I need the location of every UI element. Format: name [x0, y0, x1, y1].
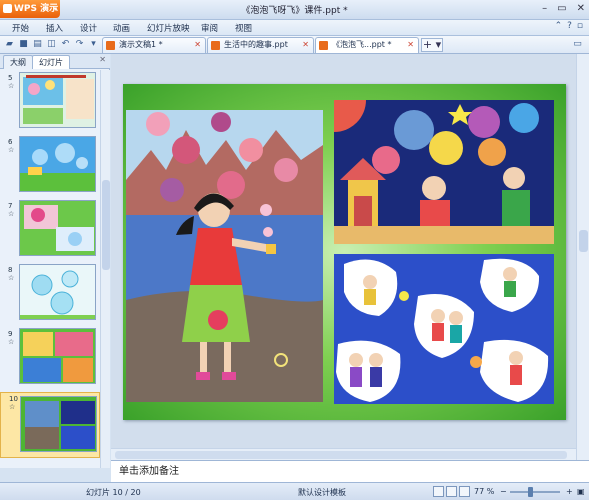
new-tab-button[interactable]: + ▾ — [421, 38, 443, 52]
zoom-in-icon[interactable]: + — [566, 487, 573, 496]
slide-number: 6 ☆ — [8, 138, 15, 154]
slide-thumbnail-item[interactable]: 5 ☆ — [0, 72, 100, 134]
edit-area-horizontal-scrollbar[interactable] — [111, 448, 576, 460]
slide-thumbnail — [19, 200, 96, 256]
menu-item-insert[interactable]: 插入 — [46, 22, 63, 34]
menu-item-slideshow[interactable]: 幻灯片放映 — [147, 22, 190, 34]
ppt-file-icon — [319, 41, 328, 50]
slide-thumbnail-list: 5 ☆ 6 ☆ 7 ☆ 8 ☆ 9 ☆ 10 ☆ — [0, 70, 100, 468]
slide-counter: 幻灯片 10 / 20 — [86, 488, 141, 497]
scrollbar-thumb[interactable] — [579, 230, 588, 252]
tab-slides[interactable]: 幻灯片 — [32, 55, 70, 69]
help-icon[interactable]: ? — [567, 21, 572, 31]
menu-item-review[interactable]: 审阅 — [201, 22, 218, 34]
ppt-file-icon — [211, 41, 220, 50]
slide-thumbnail-item[interactable]: 8 ☆ — [0, 264, 100, 326]
slide-thumbnail — [20, 396, 97, 452]
slide-thumbnail — [19, 136, 96, 192]
tab-label: 演示文稿1 * — [119, 40, 163, 49]
panel-tabs: 大纲 幻灯片 ✕ — [0, 54, 110, 69]
current-slide[interactable] — [123, 84, 566, 420]
window-controls: – ▭ ✕ — [542, 3, 585, 14]
menu-item-design[interactable]: 设计 — [80, 22, 97, 34]
ribbon-controls: ⌃ ? ▫ — [555, 21, 583, 31]
close-tab-icon[interactable]: ✕ — [407, 38, 414, 52]
tab-outline[interactable]: 大纲 — [3, 55, 33, 69]
painting-night-bubbles[interactable] — [334, 100, 554, 244]
open-folder-icon[interactable]: ▰ — [4, 39, 15, 50]
slide-thumbnail-item[interactable]: 9 ☆ — [0, 328, 100, 390]
ppt-file-icon — [106, 41, 115, 50]
scrollbar-thumb[interactable] — [115, 451, 567, 459]
scrollbar-thumb[interactable] — [102, 180, 110, 270]
close-icon[interactable]: ✕ — [577, 3, 585, 14]
zoom-level: 77 % — [474, 487, 495, 496]
tab-document-2[interactable]: 生活中的趣事.ppt ✕ — [207, 37, 314, 53]
options-icon[interactable]: ▫ — [577, 21, 583, 31]
painting-children-bubbles[interactable] — [334, 254, 554, 404]
normal-view-icon[interactable] — [433, 486, 444, 497]
slide-number: 9 ☆ — [8, 330, 15, 346]
print-icon[interactable]: ▤ — [32, 39, 43, 50]
tab-label: 生活中的趣事.ppt — [224, 40, 288, 49]
title-bar: WPS 演示 ▾ 《泡泡飞呀飞》课件.ppt * – ▭ ✕ — [0, 0, 589, 20]
tab-list-icon[interactable]: ▭ — [572, 39, 583, 50]
slide-thumbnail — [19, 72, 96, 128]
slide-number: 10 ☆ — [9, 395, 18, 411]
redo-icon[interactable]: ↷ — [74, 39, 85, 50]
notes-pane[interactable]: 单击添加备注 — [111, 460, 589, 482]
slide-thumbnail-item[interactable]: 7 ☆ — [0, 200, 100, 262]
zoom-slider[interactable] — [510, 491, 560, 493]
slide-thumbnail — [19, 328, 96, 384]
slideshow-view-icon[interactable] — [459, 486, 470, 497]
slide-thumbnail-item-selected[interactable]: 10 ☆ — [0, 392, 100, 458]
slide-panel: 大纲 幻灯片 ✕ 5 ☆ 6 ☆ 7 ☆ 8 ☆ 9 ☆ 10 ☆ — [0, 54, 110, 468]
notes-placeholder: 单击添加备注 — [119, 466, 179, 477]
slide-sorter-view-icon[interactable] — [446, 486, 457, 497]
slide-panel-scrollbar[interactable] — [100, 70, 110, 468]
zoom-out-icon[interactable]: − — [500, 487, 507, 496]
slide-number: 7 ☆ — [8, 202, 15, 218]
minimize-icon[interactable]: – — [542, 3, 547, 14]
status-bar: 幻灯片 10 / 20 默认设计模板 77 % − + ▣ — [0, 482, 589, 500]
close-panel-icon[interactable]: ✕ — [99, 55, 106, 64]
quick-access-toolbar: ▰ ■ ▤ ◫ ↶ ↷ ▾ 演示文稿1 * ✕ 生活中的趣事.ppt ✕ 《泡泡… — [0, 36, 589, 54]
slide-thumbnail — [19, 264, 96, 320]
tab-label: 《泡泡飞...ppt * — [332, 40, 392, 49]
edit-area-vertical-scrollbar[interactable] — [576, 54, 589, 460]
window-title: 《泡泡飞呀飞》课件.ppt * — [241, 6, 348, 16]
close-tab-icon[interactable]: ✕ — [302, 38, 309, 52]
slide-thumbnail-item[interactable]: 6 ☆ — [0, 136, 100, 198]
undo-icon[interactable]: ↶ — [60, 39, 71, 50]
slide-number: 5 ☆ — [8, 74, 15, 90]
tab-document-1[interactable]: 演示文稿1 * ✕ — [102, 37, 206, 53]
fit-window-icon[interactable]: ▣ — [577, 487, 585, 496]
maximize-icon[interactable]: ▭ — [557, 3, 566, 14]
slide-number: 8 ☆ — [8, 266, 15, 282]
painting-girl-bubbles[interactable] — [126, 110, 323, 402]
customize-toolbar-icon[interactable]: ▾ — [88, 39, 99, 50]
print-preview-icon[interactable]: ◫ — [46, 39, 57, 50]
tab-document-3[interactable]: 《泡泡飞...ppt * ✕ — [315, 37, 419, 53]
menu-item-home[interactable]: 开始 — [12, 22, 29, 34]
menu-bar: 开始 插入 设计 动画 幻灯片放映 审阅 视图 ⌃ ? ▫ — [0, 20, 589, 36]
menu-item-view[interactable]: 视图 — [235, 22, 252, 34]
design-template-name: 默认设计模板 — [298, 488, 346, 497]
menu-item-animation[interactable]: 动画 — [113, 22, 130, 34]
close-tab-icon[interactable]: ✕ — [194, 38, 201, 52]
zoom-slider-handle[interactable] — [528, 487, 533, 497]
slide-edit-area — [111, 54, 576, 460]
save-icon[interactable]: ■ — [18, 39, 29, 50]
collapse-ribbon-icon[interactable]: ⌃ — [555, 21, 563, 31]
